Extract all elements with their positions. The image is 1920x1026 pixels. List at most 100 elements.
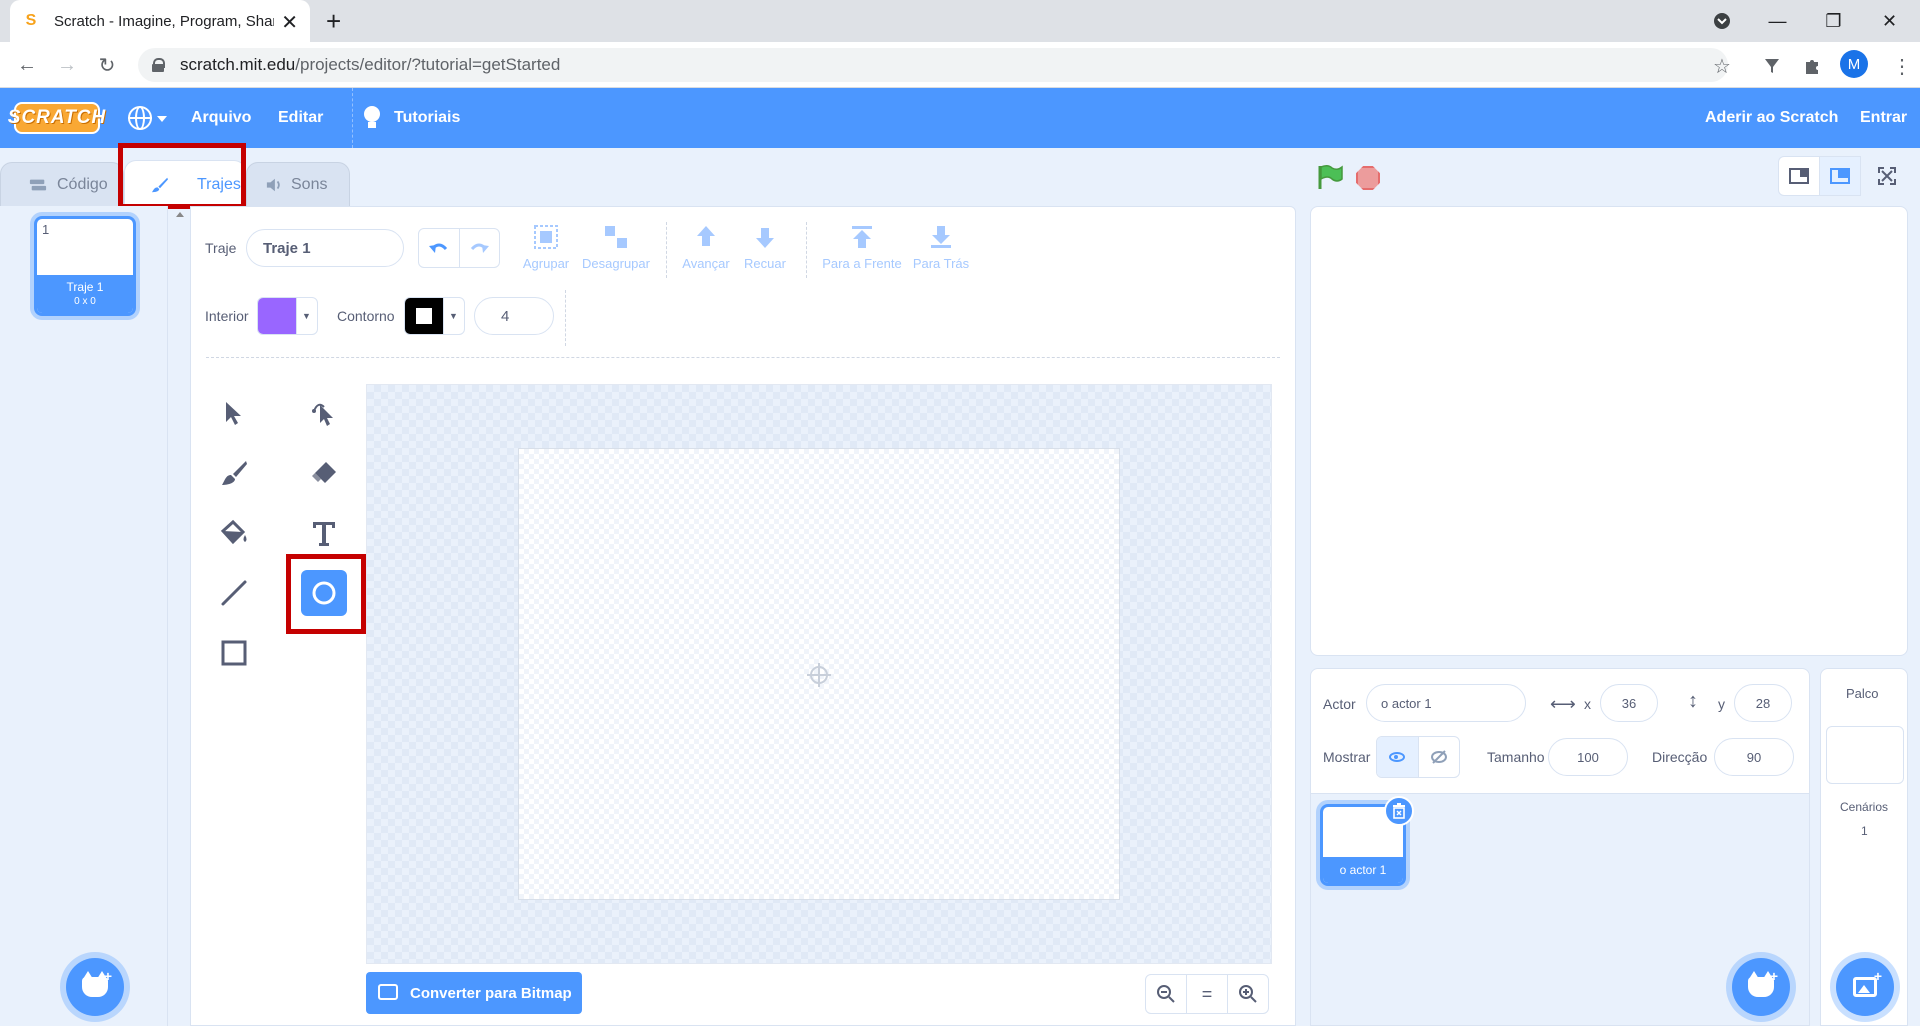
size-label: Tamanho xyxy=(1487,749,1545,765)
language-caret-icon[interactable] xyxy=(157,116,167,122)
delete-sprite-button[interactable] xyxy=(1384,796,1414,826)
ungroup-label: Desagrupar xyxy=(582,256,650,271)
forward-icon[interactable]: → xyxy=(52,50,82,80)
small-stage-button[interactable] xyxy=(1778,156,1820,196)
undo-icon[interactable] xyxy=(419,229,460,267)
direction-label: Direcção xyxy=(1652,749,1708,765)
fill-color-picker[interactable]: ▼ xyxy=(257,297,318,335)
text-tool[interactable] xyxy=(301,510,347,556)
brush-tool[interactable] xyxy=(211,450,257,496)
ungroup-button[interactable]: Desagrupar xyxy=(580,224,652,271)
language-globe-icon[interactable] xyxy=(128,106,152,130)
browser-tab-strip: S Scratch - Imagine, Program, Share ✕ + … xyxy=(0,0,1920,42)
tab-code[interactable]: Código xyxy=(0,162,124,207)
menu-divider xyxy=(352,88,353,148)
backward-button[interactable]: Recuar xyxy=(740,224,790,271)
size-input[interactable]: 100 xyxy=(1548,738,1628,776)
show-eye-button[interactable] xyxy=(1377,737,1419,777)
choose-backdrop-button[interactable]: + xyxy=(1836,958,1894,1016)
image-icon xyxy=(378,984,398,1000)
speaker-icon xyxy=(266,178,280,192)
scratch-logo[interactable]: SCRATCH xyxy=(8,102,105,134)
costume-thumbnail[interactable]: 1 Traje 1 0 x 0 xyxy=(34,216,136,316)
direction-input[interactable]: 90 xyxy=(1714,738,1794,776)
group-icon xyxy=(533,224,559,250)
close-window-icon[interactable]: ✕ xyxy=(1862,0,1917,42)
eye-icon xyxy=(1389,752,1406,762)
costume-name-label: Traje xyxy=(205,240,237,256)
url-field[interactable]: scratch.mit.edu/projects/editor/?tutoria… xyxy=(138,48,1728,82)
arrow-select-icon xyxy=(226,402,241,425)
menu-edit[interactable]: Editar xyxy=(268,88,333,148)
bookmark-star-icon[interactable]: ☆ xyxy=(1710,54,1734,78)
tab-sounds[interactable]: Sons xyxy=(246,162,350,207)
line-tool[interactable] xyxy=(211,570,257,616)
convert-bitmap-button[interactable]: Converter para Bitmap xyxy=(366,972,582,1014)
profile-avatar[interactable]: M xyxy=(1840,50,1868,78)
zoom-out-button[interactable] xyxy=(1145,974,1187,1014)
reload-icon[interactable]: ↻ xyxy=(92,50,122,80)
costume-name-input[interactable]: Traje 1 xyxy=(246,229,404,267)
choose-costume-button[interactable]: + xyxy=(66,958,124,1016)
extensions-puzzle-icon[interactable] xyxy=(1800,54,1824,78)
extension-filter-icon[interactable] xyxy=(1760,54,1784,78)
y-label: y xyxy=(1718,696,1725,712)
fullscreen-button[interactable] xyxy=(1866,156,1908,196)
group-button[interactable]: Agrupar xyxy=(520,224,572,271)
green-flag-icon xyxy=(1318,164,1343,189)
x-position-input[interactable]: 36 xyxy=(1600,684,1658,722)
menu-tutorials[interactable]: Tutoriais xyxy=(384,88,470,148)
sign-in-link[interactable]: Entrar xyxy=(1850,88,1917,148)
stop-button[interactable] xyxy=(1356,166,1380,190)
code-blocks-icon xyxy=(29,179,47,191)
browser-tab-title: Scratch - Imagine, Program, Share xyxy=(54,12,274,30)
stage-canvas[interactable] xyxy=(1310,206,1908,656)
to-back-button[interactable]: Para Trás xyxy=(910,224,972,271)
back-icon[interactable]: ← xyxy=(12,50,42,80)
costume-list-panel xyxy=(0,206,168,1026)
choose-sprite-button[interactable]: + xyxy=(1732,958,1790,1016)
reshape-tool[interactable] xyxy=(301,390,347,436)
costume-number: 1 xyxy=(42,222,50,237)
fill-tool[interactable] xyxy=(211,510,257,556)
to-front-button[interactable]: Para a Frente xyxy=(820,224,904,271)
scratch-menu-bar: SCRATCH Arquivo Editar Tutoriais Aderir … xyxy=(0,88,1920,148)
tutorials-bulb-icon xyxy=(363,106,381,130)
toolbar-divider xyxy=(806,222,807,278)
select-tool[interactable] xyxy=(211,390,257,436)
eraser-tool[interactable] xyxy=(301,450,347,496)
green-flag-button[interactable] xyxy=(1316,164,1344,190)
restore-icon[interactable]: ❐ xyxy=(1806,0,1861,42)
browser-tab[interactable]: S Scratch - Imagine, Program, Share ✕ xyxy=(10,0,310,42)
close-tab-icon[interactable]: ✕ xyxy=(281,10,298,35)
menu-file[interactable]: Arquivo xyxy=(181,88,261,148)
zoom-in-icon xyxy=(1239,985,1257,1003)
new-tab-icon[interactable]: + xyxy=(326,6,341,37)
dropdown-caret-icon: ▼ xyxy=(443,298,463,334)
hide-eye-button[interactable] xyxy=(1419,737,1460,777)
rectangle-tool[interactable] xyxy=(211,630,257,676)
zoom-in-button[interactable] xyxy=(1227,974,1269,1014)
large-stage-button[interactable] xyxy=(1819,156,1861,196)
undo-redo-group xyxy=(418,228,500,268)
outline-color-picker[interactable]: ▼ xyxy=(404,297,465,335)
address-bar-row: ← → ↻ scratch.mit.edu/projects/editor/?t… xyxy=(0,42,1920,88)
minimize-icon[interactable]: — xyxy=(1750,0,1805,42)
browser-menu-icon[interactable]: ⋮ xyxy=(1890,54,1914,78)
zoom-reset-button[interactable]: = xyxy=(1186,974,1228,1014)
small-stage-icon xyxy=(1789,168,1809,184)
scroll-up-arrow-icon[interactable] xyxy=(176,212,184,217)
y-position-input[interactable]: 28 xyxy=(1734,684,1792,722)
outline-color-swatch xyxy=(405,298,443,334)
horizontal-arrows-icon: ⟷ xyxy=(1550,694,1576,714)
join-scratch-link[interactable]: Aderir ao Scratch xyxy=(1695,88,1848,148)
redo-icon[interactable] xyxy=(460,229,500,267)
to-back-label: Para Trás xyxy=(912,256,970,271)
sprite-name-input[interactable]: o actor 1 xyxy=(1366,684,1526,722)
forward-button[interactable]: Avançar xyxy=(680,224,732,271)
stage-label: Palco xyxy=(1846,686,1879,701)
brush-icon xyxy=(222,461,247,485)
outline-width-input[interactable]: 4 xyxy=(474,297,554,335)
tab-search-icon[interactable] xyxy=(1694,0,1749,42)
stage-thumbnail[interactable] xyxy=(1826,726,1904,784)
